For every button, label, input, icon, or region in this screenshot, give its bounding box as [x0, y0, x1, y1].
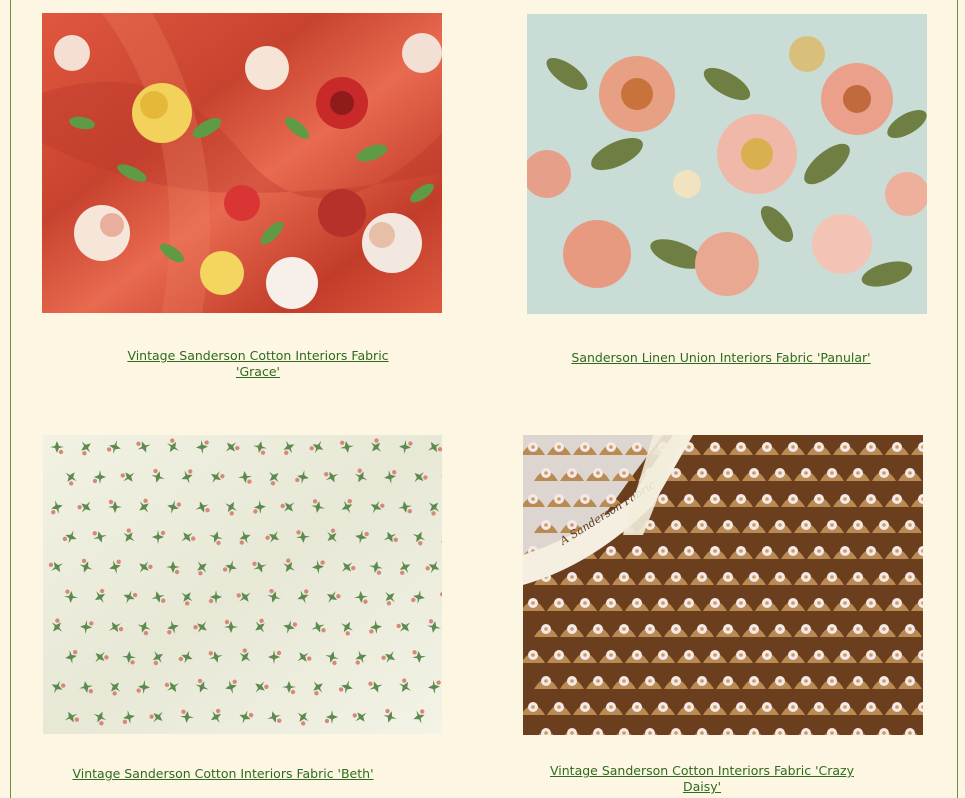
blue-floral-fabric-graphic [527, 14, 927, 314]
product-link-beth[interactable]: Vintage Sanderson Cotton Interiors Fabri… [70, 766, 376, 782]
brown-daisy-fabric-graphic: A Sanderson Fabric [523, 435, 923, 735]
product-image-beth[interactable] [43, 435, 442, 734]
product-link-grace[interactable]: Vintage Sanderson Cotton Interiors Fabri… [110, 348, 406, 380]
product-link-panular[interactable]: Sanderson Linen Union Interiors Fabric '… [552, 350, 890, 366]
product-title-grace-line2[interactable]: 'Grace' [236, 364, 280, 379]
product-link-crazy-daisy[interactable]: Vintage Sanderson Cotton Interiors Fabri… [530, 763, 874, 795]
product-title-beth[interactable]: Vintage Sanderson Cotton Interiors Fabri… [72, 766, 373, 781]
product-title-panular[interactable]: Sanderson Linen Union Interiors Fabric '… [571, 350, 870, 365]
product-title-grace-line1[interactable]: Vintage Sanderson Cotton Interiors Fabri… [127, 348, 388, 363]
coral-floral-fabric-graphic [42, 13, 442, 313]
cream-leaf-fabric-graphic [43, 435, 442, 734]
product-image-panular[interactable] [527, 14, 927, 314]
product-image-grace[interactable] [42, 13, 442, 313]
product-image-crazy-daisy[interactable]: A Sanderson Fabric [523, 435, 923, 735]
product-title-crazy-daisy[interactable]: Vintage Sanderson Cotton Interiors Fabri… [550, 763, 854, 794]
